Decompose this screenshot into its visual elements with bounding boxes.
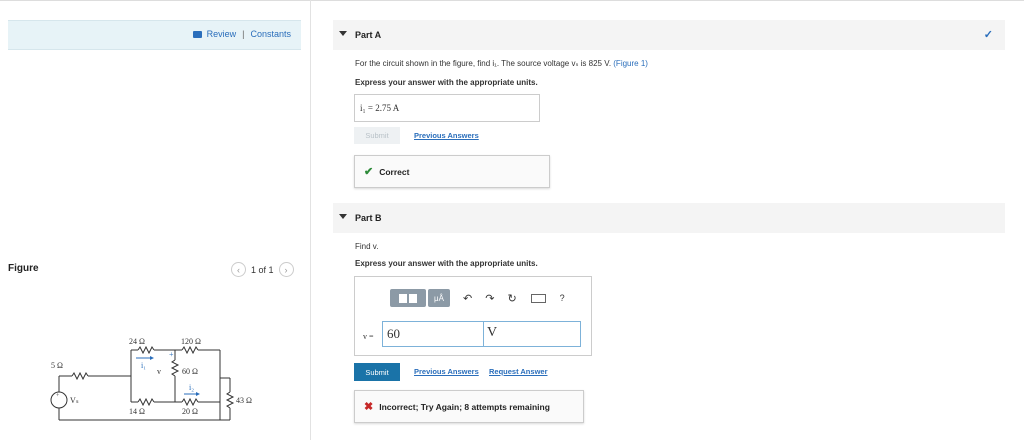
collapse-arrow-icon[interactable] [339, 31, 347, 36]
unit-input[interactable]: V [483, 321, 581, 347]
template-square-icon [399, 293, 407, 303]
help-button[interactable]: ? [560, 293, 565, 303]
part-a-header[interactable]: Part A ✓ [333, 20, 1005, 50]
answer-label: v = [363, 332, 374, 341]
value-input[interactable]: 60 [382, 321, 484, 347]
part-a-instruction: Express your answer with the appropriate… [355, 78, 538, 87]
figure-panel: Review | Constants Figure ‹ 1 of 1 › 24 … [0, 0, 311, 440]
label-i1: i₁ [141, 361, 146, 370]
resistor-14 [137, 397, 155, 407]
chevron-left-icon[interactable]: ‹ [231, 262, 246, 277]
resistor-120 [181, 345, 199, 355]
undo-icon[interactable]: ↶ [463, 292, 472, 305]
review-icon [192, 30, 202, 38]
label-r20: 20 Ω [182, 407, 198, 416]
label-i2: i₂ [189, 383, 194, 392]
review-bar: Review | Constants [8, 20, 301, 50]
request-answer-link[interactable]: Request Answer [489, 367, 548, 376]
editor-toolbar: μÅ ↶ ↷ ↻ ? [390, 289, 565, 307]
label-r43: 43 Ω [236, 396, 252, 405]
part-a-previous-answers-link[interactable]: Previous Answers [414, 131, 479, 140]
collapse-arrow-icon[interactable] [339, 214, 347, 219]
part-b-title: Part B [355, 213, 382, 223]
label-r5: 5 Ω [51, 361, 63, 370]
templates-button[interactable] [390, 289, 426, 307]
reset-icon[interactable]: ↻ [507, 292, 516, 305]
redo-icon[interactable]: ↷ [485, 292, 494, 305]
part-a-answer: i₁ = 2.75 A [360, 103, 400, 113]
part-a-feedback-text: Correct [379, 166, 410, 177]
incorrect-x-icon: ✖ [364, 401, 374, 413]
part-a-answer-box: i₁ = 2.75 A [354, 94, 540, 122]
part-b-instruction: Express your answer with the appropriate… [355, 259, 538, 268]
resistor-20 [181, 397, 199, 407]
part-b-question: Find v. [355, 242, 379, 251]
label-r60: 60 Ω [182, 367, 198, 376]
circuit-diagram: 24 Ω 120 Ω 5 Ω 60 Ω v i₁ i₂ + 14 Ω 20 Ω … [50, 337, 252, 421]
figure-link[interactable]: (Figure 1) [613, 59, 648, 68]
part-a-submit-button[interactable]: Submit [354, 127, 400, 144]
figure-title: Figure [8, 263, 39, 274]
part-b-previous-answers-link[interactable]: Previous Answers [414, 367, 479, 376]
label-v: v [157, 367, 161, 376]
label-r24: 24 Ω [129, 337, 145, 346]
resistor-43 [225, 391, 235, 409]
part-b-header[interactable]: Part B [333, 203, 1005, 233]
answer-editor: μÅ ↶ ↷ ↻ ? v = 60 V [354, 276, 592, 356]
part-b-feedback: ✖ Incorrect; Try Again; 8 attempts remai… [354, 390, 584, 423]
constants-link[interactable]: Constants [250, 29, 291, 39]
correct-check-icon: ✔ [364, 166, 374, 178]
units-button[interactable]: μÅ [428, 289, 450, 307]
pager-text: 1 of 1 [251, 264, 274, 275]
separator: | [242, 29, 245, 39]
part-b-feedback-text: Incorrect; Try Again; 8 attempts remaini… [379, 401, 550, 412]
figure-pager: ‹ 1 of 1 › [231, 262, 294, 277]
value-text: 60 [387, 326, 400, 341]
label-plus: + [169, 350, 174, 359]
label-vs: Vₛ [70, 396, 79, 405]
label-r14: 14 Ω [129, 407, 145, 416]
resistor-60 [170, 359, 180, 377]
review-links: Review | Constants [192, 29, 291, 39]
part-b-submit-button[interactable]: Submit [354, 363, 400, 381]
review-link[interactable]: Review [207, 29, 237, 39]
resistor-5 [71, 371, 89, 381]
part-a-feedback: ✔ Correct [354, 155, 550, 188]
part-a-question: For the circuit shown in the figure, fin… [355, 59, 648, 68]
unit-text: V [487, 325, 498, 340]
question-text: For the circuit shown in the figure, fin… [355, 59, 614, 68]
resistor-24 [137, 345, 155, 355]
template-square-icon [409, 293, 417, 303]
chevron-right-icon[interactable]: › [278, 262, 294, 277]
label-source-plus: + [56, 393, 60, 399]
label-r120: 120 Ω [181, 337, 201, 346]
keyboard-icon[interactable] [530, 293, 546, 303]
part-a-title: Part A [355, 30, 382, 40]
checkmark-icon: ✓ [983, 29, 993, 41]
